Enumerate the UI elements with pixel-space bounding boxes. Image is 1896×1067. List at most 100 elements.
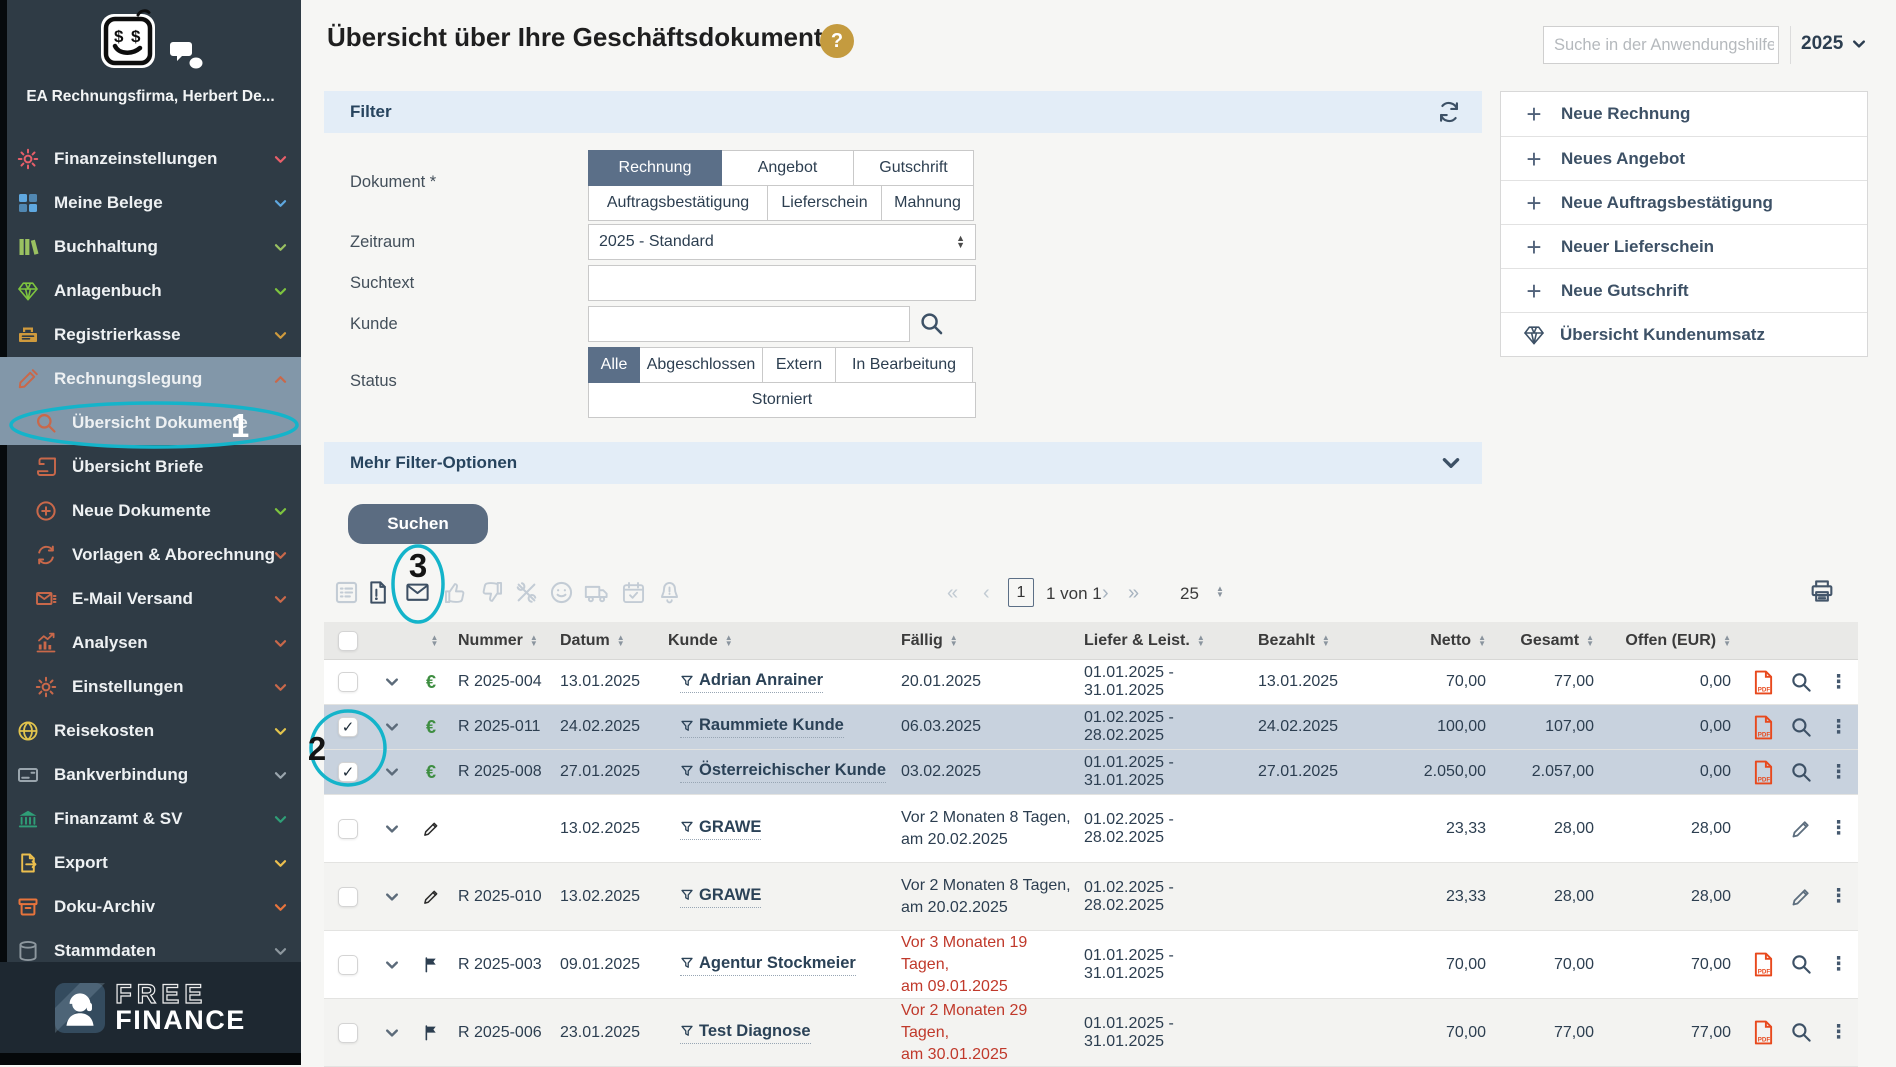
document-filter-mahnung[interactable]: Mahnung bbox=[881, 185, 974, 221]
column-header-fällig[interactable]: Fällig▲▼ bbox=[893, 622, 1076, 659]
pagination-current-page[interactable]: 1 bbox=[1008, 578, 1034, 607]
sidebar-item-übersicht-dokumente[interactable]: Übersicht Dokumente bbox=[0, 401, 301, 445]
row-checkbox[interactable] bbox=[338, 955, 358, 975]
row-checkbox[interactable] bbox=[338, 887, 358, 907]
action-neues-angebot[interactable]: +Neues Angebot bbox=[1501, 136, 1867, 180]
row-expand-chevron-icon[interactable] bbox=[384, 889, 400, 905]
row-expand-chevron-icon[interactable] bbox=[384, 764, 400, 780]
row-checkbox[interactable] bbox=[338, 1023, 358, 1043]
row-menu-icon[interactable]: ⋮ bbox=[1829, 1021, 1848, 1044]
sort-icon[interactable]: ▲▼ bbox=[1586, 635, 1594, 647]
envelope-icon[interactable] bbox=[404, 579, 431, 606]
status-filter-alle[interactable]: Alle bbox=[588, 347, 640, 383]
select-all-checkbox[interactable] bbox=[338, 631, 358, 651]
preview-search-icon[interactable] bbox=[1790, 671, 1813, 694]
row-checkbox[interactable] bbox=[338, 819, 358, 839]
sort-icon[interactable]: ▲▼ bbox=[530, 635, 538, 647]
status-filter-extern[interactable]: Extern bbox=[762, 347, 836, 383]
help-search-input[interactable] bbox=[1544, 36, 1778, 55]
action-neuer-lieferschein[interactable]: +Neuer Lieferschein bbox=[1501, 224, 1867, 268]
row-menu-icon[interactable]: ⋮ bbox=[1829, 817, 1848, 840]
edit-pencil-icon[interactable] bbox=[1790, 885, 1813, 908]
status-filter-in-bearbeitung[interactable]: In Bearbeitung bbox=[835, 347, 973, 383]
page-size-arrows-icon[interactable]: ▲▼ bbox=[1216, 586, 1224, 598]
column-header[interactable]: ▲▼ bbox=[412, 622, 450, 659]
customer-link[interactable]: Raummiete Kunde bbox=[680, 716, 844, 738]
pdf-icon[interactable]: PDF bbox=[1753, 760, 1774, 785]
printer-icon[interactable] bbox=[1808, 577, 1836, 605]
pagination-last[interactable]: » bbox=[1128, 581, 1139, 605]
pdf-icon[interactable]: PDF bbox=[1753, 670, 1774, 695]
customer-input[interactable] bbox=[588, 306, 910, 342]
sidebar-item-analysen[interactable]: Analysen bbox=[0, 621, 301, 665]
customer-link[interactable]: Adrian Anrainer bbox=[680, 671, 823, 693]
row-menu-icon[interactable]: ⋮ bbox=[1829, 761, 1848, 784]
sort-icon[interactable]: ▲▼ bbox=[1478, 635, 1486, 647]
sidebar-item-export[interactable]: Export bbox=[0, 841, 301, 885]
sidebar-item-übersicht-briefe[interactable]: Übersicht Briefe bbox=[0, 445, 301, 489]
searchtext-input[interactable] bbox=[588, 265, 976, 301]
sidebar-item-finanzamt-sv[interactable]: Finanzamt & SV bbox=[0, 797, 301, 841]
column-header-bezahlt[interactable]: Bezahlt▲▼ bbox=[1250, 622, 1360, 659]
pagination-first[interactable]: « bbox=[947, 581, 958, 605]
column-header-kunde[interactable]: Kunde▲▼ bbox=[660, 622, 893, 659]
row-expand-chevron-icon[interactable] bbox=[384, 821, 400, 837]
customer-search-icon[interactable] bbox=[918, 310, 945, 337]
preview-search-icon[interactable] bbox=[1790, 716, 1813, 739]
pdf-icon[interactable]: PDF bbox=[1753, 952, 1774, 977]
document-filter-lieferschein[interactable]: Lieferschein bbox=[767, 185, 882, 221]
column-header-nummer[interactable]: Nummer▲▼ bbox=[450, 622, 552, 659]
sidebar-item-meine-belege[interactable]: Meine Belege bbox=[0, 181, 301, 225]
sort-icon[interactable]: ▲▼ bbox=[1322, 635, 1330, 647]
sort-icon[interactable]: ▲▼ bbox=[431, 635, 439, 647]
document-filter-auftragsbestätigung[interactable]: Auftragsbestätigung bbox=[588, 185, 768, 221]
action-neue-auftragsbestätigung[interactable]: +Neue Auftragsbestätigung bbox=[1501, 180, 1867, 224]
action-neue-gutschrift[interactable]: +Neue Gutschrift bbox=[1501, 268, 1867, 312]
refresh-icon[interactable] bbox=[1436, 99, 1462, 125]
sort-icon[interactable]: ▲▼ bbox=[617, 635, 625, 647]
search-button[interactable]: Suchen bbox=[348, 504, 488, 544]
more-filters-bar[interactable]: Mehr Filter-Optionen bbox=[324, 442, 1482, 484]
row-checkbox[interactable]: ✓ bbox=[338, 717, 358, 737]
sidebar-item-rechnungslegung[interactable]: Rechnungslegung bbox=[0, 357, 301, 401]
sidebar-item-bankverbindung[interactable]: Bankverbindung bbox=[0, 753, 301, 797]
year-dropdown[interactable]: 2025 bbox=[1801, 33, 1867, 55]
pdf-icon[interactable]: PDF bbox=[1753, 1020, 1774, 1045]
customer-link[interactable]: Test Diagnose bbox=[680, 1022, 811, 1044]
sort-icon[interactable]: ▲▼ bbox=[725, 635, 733, 647]
row-expand-chevron-icon[interactable] bbox=[384, 674, 400, 690]
pagination-prev[interactable]: ‹ bbox=[983, 581, 990, 605]
preview-search-icon[interactable] bbox=[1790, 761, 1813, 784]
action-neue-rechnung[interactable]: +Neue Rechnung bbox=[1501, 92, 1867, 136]
sort-icon[interactable]: ▲▼ bbox=[1723, 635, 1731, 647]
sidebar-item-anlagenbuch[interactable]: Anlagenbuch bbox=[0, 269, 301, 313]
sidebar-item-finanzeinstellungen[interactable]: Finanzeinstellungen bbox=[0, 137, 301, 181]
document-filter-rechnung[interactable]: Rechnung bbox=[588, 150, 722, 186]
sidebar-item-doku-archiv[interactable]: Doku-Archiv bbox=[0, 885, 301, 929]
row-menu-icon[interactable]: ⋮ bbox=[1829, 716, 1848, 739]
row-menu-icon[interactable]: ⋮ bbox=[1829, 953, 1848, 976]
pagination-next[interactable]: › bbox=[1102, 581, 1109, 605]
preview-search-icon[interactable] bbox=[1790, 1021, 1813, 1044]
row-menu-icon[interactable]: ⋮ bbox=[1829, 671, 1848, 694]
sidebar-item-e-mail-versand[interactable]: E-Mail Versand bbox=[0, 577, 301, 621]
sidebar-item-buchhaltung[interactable]: Buchhaltung bbox=[0, 225, 301, 269]
column-header-gesamt[interactable]: Gesamt▲▼ bbox=[1492, 622, 1600, 659]
sort-icon[interactable]: ▲▼ bbox=[950, 635, 958, 647]
row-checkbox[interactable]: ✓ bbox=[338, 762, 358, 782]
sort-icon[interactable]: ▲▼ bbox=[1197, 635, 1205, 647]
customer-link[interactable]: Agentur Stockmeier bbox=[680, 954, 856, 976]
column-header-liefer-leist[interactable]: Liefer & Leist.▲▼ bbox=[1076, 622, 1250, 659]
sidebar-item-reisekosten[interactable]: Reisekosten bbox=[0, 709, 301, 753]
status-filter-storniert[interactable]: Storniert bbox=[588, 382, 976, 418]
document-info-icon[interactable] bbox=[364, 579, 391, 606]
column-header-netto[interactable]: Netto▲▼ bbox=[1360, 622, 1492, 659]
row-expand-chevron-icon[interactable] bbox=[384, 1025, 400, 1041]
sidebar-item-registrierkasse[interactable]: Registrierkasse bbox=[0, 313, 301, 357]
action-übersicht-kundenumsatz[interactable]: Übersicht Kundenumsatz bbox=[1501, 312, 1867, 356]
customer-link[interactable]: GRAWE bbox=[680, 818, 761, 840]
help-icon[interactable]: ? bbox=[820, 24, 854, 58]
row-expand-chevron-icon[interactable] bbox=[384, 957, 400, 973]
row-menu-icon[interactable]: ⋮ bbox=[1829, 885, 1848, 908]
page-size-value[interactable]: 25 bbox=[1180, 584, 1199, 604]
